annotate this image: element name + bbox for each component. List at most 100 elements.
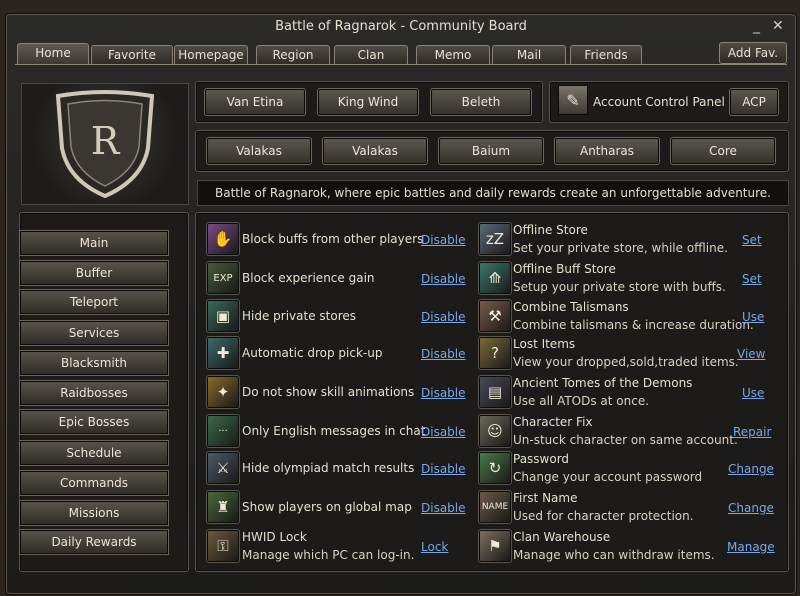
tab-region[interactable]: Region — [256, 45, 330, 65]
block-experience-gain-title: Block experience gain — [242, 271, 375, 285]
close-icon[interactable]: ✕ — [772, 17, 784, 35]
combine-talismans-desc: Combine talismans & increase duration. — [513, 318, 754, 332]
offline-store-desc: Set your private store, while offline. — [513, 241, 728, 255]
character-fix-title: Character Fix — [513, 415, 593, 429]
only-english-messages-in-chat-link[interactable]: Disable — [421, 425, 466, 439]
sidebar-item-services[interactable]: Services — [19, 320, 169, 346]
lost-items-icon: ? — [478, 336, 512, 370]
sidebar-item-daily-rewards[interactable]: Daily Rewards — [19, 529, 169, 555]
password-link[interactable]: Change — [728, 462, 774, 476]
buff-block-icon: ✋ — [206, 222, 240, 256]
server-emblem: R — [21, 83, 189, 205]
community-board-window: Battle of Ragnarok - Community Board _ ✕… — [6, 14, 796, 594]
minimize-button[interactable]: _ — [753, 17, 760, 35]
chat-icon: ··· — [206, 414, 240, 448]
name-tag-icon: NAME — [478, 490, 512, 524]
sidebar-item-teleport[interactable]: Teleport — [19, 289, 169, 315]
lost-items-link[interactable]: View — [737, 347, 765, 361]
show-players-on-global-map-title: Show players on global map — [242, 500, 412, 514]
hide-olympiad-match-results-link[interactable]: Disable — [421, 462, 466, 476]
window-title: Battle of Ragnarok - Community Board — [275, 19, 527, 34]
first-name-link[interactable]: Change — [728, 501, 774, 515]
tab-clan[interactable]: Clan — [334, 45, 408, 65]
offline-buff-store-link[interactable]: Set — [742, 272, 762, 286]
hwid-lock-link[interactable]: Lock — [421, 540, 448, 554]
block-buffs-from-other-players-link[interactable]: Disable — [421, 233, 466, 247]
pickup-icon: ✚ — [206, 336, 240, 370]
tab-divider — [15, 64, 787, 65]
van-etina-button[interactable]: Van Etina — [204, 88, 306, 116]
tab-friends[interactable]: Friends — [570, 45, 642, 65]
server-slogan: Battle of Ragnarok, where epic battles a… — [197, 180, 789, 206]
core-button[interactable]: Core — [670, 137, 776, 165]
offline-store-link[interactable]: Set — [742, 233, 762, 247]
offline-buff-store-title: Offline Buff Store — [513, 262, 616, 276]
automatic-drop-pick-up-link[interactable]: Disable — [421, 347, 466, 361]
character-fix-icon: ☺ — [478, 414, 512, 448]
tab-homepage[interactable]: Homepage — [174, 45, 248, 65]
password-title: Password — [513, 452, 570, 466]
olympiad-icon: ⚔ — [206, 451, 240, 485]
hwid-lock-title: HWID Lock — [242, 530, 307, 544]
lost-items-title: Lost Items — [513, 337, 576, 351]
antharas-button[interactable]: Antharas — [554, 137, 660, 165]
tab-home[interactable]: Home — [17, 43, 89, 65]
skill-anim-icon: ✦ — [206, 375, 240, 409]
hwid-lock-desc: Manage which PC can log-in. — [242, 548, 415, 562]
tab-memo[interactable]: Memo — [416, 45, 490, 65]
password-desc: Change your account password — [513, 470, 703, 484]
hide-private-stores-link[interactable]: Disable — [421, 310, 466, 324]
sidebar-item-commands[interactable]: Commands — [19, 470, 169, 496]
sidebar-item-buffer[interactable]: Buffer — [19, 260, 169, 286]
do-not-show-skill-animations-title: Do not show skill animations — [242, 385, 415, 399]
valakas-button-1[interactable]: Valakas — [206, 137, 312, 165]
exp-icon: EXP — [206, 261, 240, 295]
do-not-show-skill-animations-link[interactable]: Disable — [421, 386, 466, 400]
map-icon: ♜ — [206, 490, 240, 524]
show-players-on-global-map-link[interactable]: Disable — [421, 501, 466, 515]
sidebar-item-raidbosses[interactable]: Raidbosses — [19, 380, 169, 406]
password-icon: ↻ — [478, 451, 512, 485]
tab-mail[interactable]: Mail — [492, 45, 566, 65]
store-hide-icon: ▣ — [206, 299, 240, 333]
valakas-button-2[interactable]: Valakas — [322, 137, 428, 165]
baium-button[interactable]: Baium — [438, 137, 544, 165]
clan-warehouse-link[interactable]: Manage — [727, 540, 775, 554]
tools-icon: ✎ — [558, 85, 588, 115]
sidebar-item-schedule[interactable]: Schedule — [19, 440, 169, 466]
clan-warehouse-desc: Manage who can withdraw items. — [513, 548, 715, 562]
hide-olympiad-match-results-title: Hide olympiad match results — [242, 461, 415, 475]
offline-buff-store-desc: Setup your private store with buffs. — [513, 280, 726, 294]
key-icon: ⚿ — [206, 529, 240, 563]
combine-talismans-title: Combine Talismans — [513, 300, 629, 314]
tab-favorite[interactable]: Favorite — [91, 45, 173, 65]
offline-store-title: Offline Store — [513, 223, 588, 237]
sidebar-item-blacksmith[interactable]: Blacksmith — [19, 350, 169, 376]
block-buffs-from-other-players-title: Block buffs from other players — [242, 232, 424, 246]
warehouse-icon: ⚑ — [478, 529, 512, 563]
sidebar-item-epic-bosses[interactable]: Epic Bosses — [19, 409, 169, 435]
sidebar-item-main[interactable]: Main — [19, 230, 169, 256]
character-fix-link[interactable]: Repair — [733, 425, 771, 439]
ancient-tomes-of-the-demons-title: Ancient Tomes of the Demons — [513, 376, 693, 390]
sidebar-item-missions[interactable]: Missions — [19, 500, 169, 526]
buff-store-icon: ⟰ — [478, 261, 512, 295]
ancient-tomes-of-the-demons-link[interactable]: Use — [742, 386, 764, 400]
acp-button[interactable]: ACP — [729, 88, 779, 116]
lost-items-desc: View your dropped,sold,traded items. — [513, 355, 739, 369]
talisman-icon: ⚒ — [478, 299, 512, 333]
beleth-button[interactable]: Beleth — [430, 88, 532, 116]
combine-talismans-link[interactable]: Use — [742, 310, 764, 324]
first-name-desc: Used for character protection. — [513, 509, 694, 523]
offline-store-icon: zZ — [478, 222, 512, 256]
emblem-letter: R — [91, 119, 121, 163]
clan-warehouse-title: Clan Warehouse — [513, 530, 611, 544]
add-favorite-button[interactable]: Add Fav. — [719, 42, 787, 64]
tome-icon: ▤ — [478, 375, 512, 409]
king-wind-button[interactable]: King Wind — [317, 88, 419, 116]
first-name-title: First Name — [513, 491, 578, 505]
account-control-panel-label: Account Control Panel — [593, 95, 725, 109]
only-english-messages-in-chat-title: Only English messages in chat — [242, 424, 426, 438]
character-fix-desc: Un-stuck character on same account. — [513, 433, 738, 447]
block-experience-gain-link[interactable]: Disable — [421, 272, 466, 286]
